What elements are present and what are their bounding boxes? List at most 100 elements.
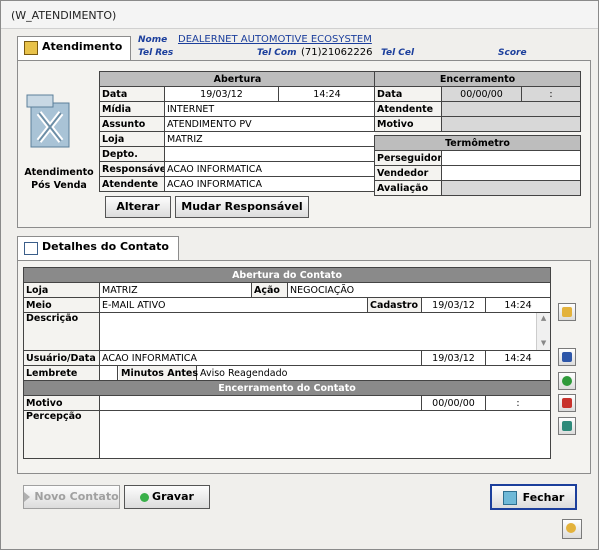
encerramento-contato-header: Encerramento do Contato [22,380,552,396]
loja-label: Loja [99,131,165,147]
side-button-5[interactable] [558,417,576,435]
user-button[interactable] [562,519,582,539]
acao-label: Ação [251,282,288,298]
detalhes-table: Abertura do Contato Loja MATRIZ Ação NEG… [22,267,552,459]
loja-field[interactable]: MATRIZ [164,131,376,147]
atendimento-pos-venda-icon [25,89,77,151]
encerramento-header: Encerramento [373,71,582,87]
contato-motivo-label: Motivo [23,395,100,411]
fechar-label: Fechar [522,491,565,504]
nome-label: Nome [138,35,168,45]
encerramento-atendente-label: Atendente [374,101,442,117]
contato-loja-label: Loja [23,282,100,298]
descricao-scrollbar[interactable]: ▲ ▼ [536,313,550,350]
contato-motivo-hora: : [484,395,552,411]
perseguidor-label: Perseguidor [374,150,442,166]
side-button-1[interactable] [558,303,576,321]
lembrete-checkbox[interactable] [100,366,118,380]
avaliacao-field [440,180,582,196]
atendente-field[interactable]: ACAO INFORMATICA [164,176,376,192]
encerramento-data-field: 00/00/00 [441,86,522,102]
meio-label: Meio [23,297,100,313]
depto-field[interactable] [164,146,376,162]
abertura-hora-field[interactable]: 14:24 [278,86,376,102]
minutos-antes-label: Minutos Antes [119,366,199,380]
encerramento-data-label: Data [374,86,442,102]
abertura-header: Abertura [99,71,376,87]
assunto-field[interactable]: ATENDIMENTO PV [164,116,376,132]
meio-field[interactable]: E-MAIL ATIVO [99,297,368,313]
car-icon [562,398,572,408]
usuario-data-label: Usuário/Data [23,350,100,366]
alterar-label: Alterar [116,200,160,213]
fechar-button[interactable]: Fechar [490,484,577,510]
tab-atendimento[interactable]: Atendimento [17,36,131,60]
gravar-label: Gravar [152,490,194,503]
nome-value[interactable]: DEALERNET AUTOMOTIVE ECOSYSTEM [178,34,372,45]
minutos-field[interactable]: Aviso Reagendado [200,367,287,380]
descricao-textarea[interactable]: ▲ ▼ [98,312,552,351]
refresh-icon [562,376,572,386]
tab-detalhes-label: Detalhes do Contato [42,240,169,253]
scroll-up-icon[interactable]: ▲ [537,314,549,324]
folder-icon [562,307,572,317]
abertura-data-label: Data [99,86,165,102]
tel-cel-label: Tel Cel [381,48,415,58]
tab-detalhes-contato[interactable]: Detalhes do Contato [17,236,179,261]
midia-field[interactable]: INTERNET [164,101,376,117]
encerramento-atendente-field [440,101,582,117]
abertura-data-field[interactable]: 19/03/12 [164,86,279,102]
tel-res-label: Tel Res [138,48,174,58]
assunto-label: Assunto [99,116,165,132]
percepcao-textarea[interactable] [98,410,552,459]
lembrete-row: Minutos Antes Aviso Reagendado [98,365,552,381]
encerramento-motivo-label: Motivo [374,116,442,132]
title-bar[interactable]: (W_ATENDIMENTO) [1,1,598,29]
user-icon [566,523,576,533]
close-icon [502,491,517,505]
contato-loja-field[interactable]: MATRIZ [99,282,252,298]
lembrete-label: Lembrete [23,365,100,381]
vehicle-icon [562,421,572,431]
alterar-button[interactable]: Alterar [105,196,171,218]
window-title: (W_ATENDIMENTO) [11,9,117,22]
save-icon [140,492,150,502]
caption-line1: Atendimento [24,167,94,178]
cadastro-data: 19/03/12 [421,297,486,313]
novo-contato-label: Novo Contato [34,490,119,503]
midia-label: Mídia [99,101,165,117]
atendimento-tab-icon [24,41,38,55]
side-button-3[interactable] [558,372,576,390]
side-button-2[interactable] [558,348,576,366]
play-icon [24,492,32,502]
vendedor-label: Vendedor [374,165,442,181]
side-button-4[interactable] [558,394,576,412]
caption-line2: Pós Venda [31,180,87,191]
score-label: Score [498,48,527,58]
contato-motivo-field[interactable] [99,395,422,411]
avaliacao-label: Avaliação [374,180,442,196]
usuario-data: 19/03/12 [421,350,486,366]
encerramento-table: Encerramento Data 00/00/00 : Atendente M… [373,71,582,196]
vendedor-field[interactable] [440,165,582,181]
novo-contato-button[interactable]: Novo Contato [23,485,120,509]
responsavel-label: Responsável [99,161,165,177]
encerramento-hora-field: : [520,86,582,102]
gravar-button[interactable]: Gravar [124,485,210,509]
atendente-label: Atendente [99,176,165,192]
door-icon [562,352,572,362]
abertura-contato-header: Abertura do Contato [22,267,552,283]
scroll-down-icon[interactable]: ▼ [537,338,549,348]
contato-motivo-data: 00/00/00 [421,395,486,411]
abertura-table: Abertura Data 19/03/12 14:24 Mídia INTERN… [99,71,376,192]
descricao-label: Descrição [23,312,100,351]
responsavel-field[interactable]: ACAO INFORMATICA [164,161,376,177]
usuario-field: ACAO INFORMATICA [99,350,422,366]
mudar-responsavel-label: Mudar Responsável [181,200,303,213]
depto-label: Depto. [99,146,165,162]
tel-com-label: Tel Com [257,48,297,58]
mudar-responsavel-button[interactable]: Mudar Responsável [175,196,309,218]
termometro-header: Termômetro [373,135,582,151]
acao-field[interactable]: NEGOCIAÇÃO [286,282,552,298]
perseguidor-field[interactable] [440,150,582,166]
